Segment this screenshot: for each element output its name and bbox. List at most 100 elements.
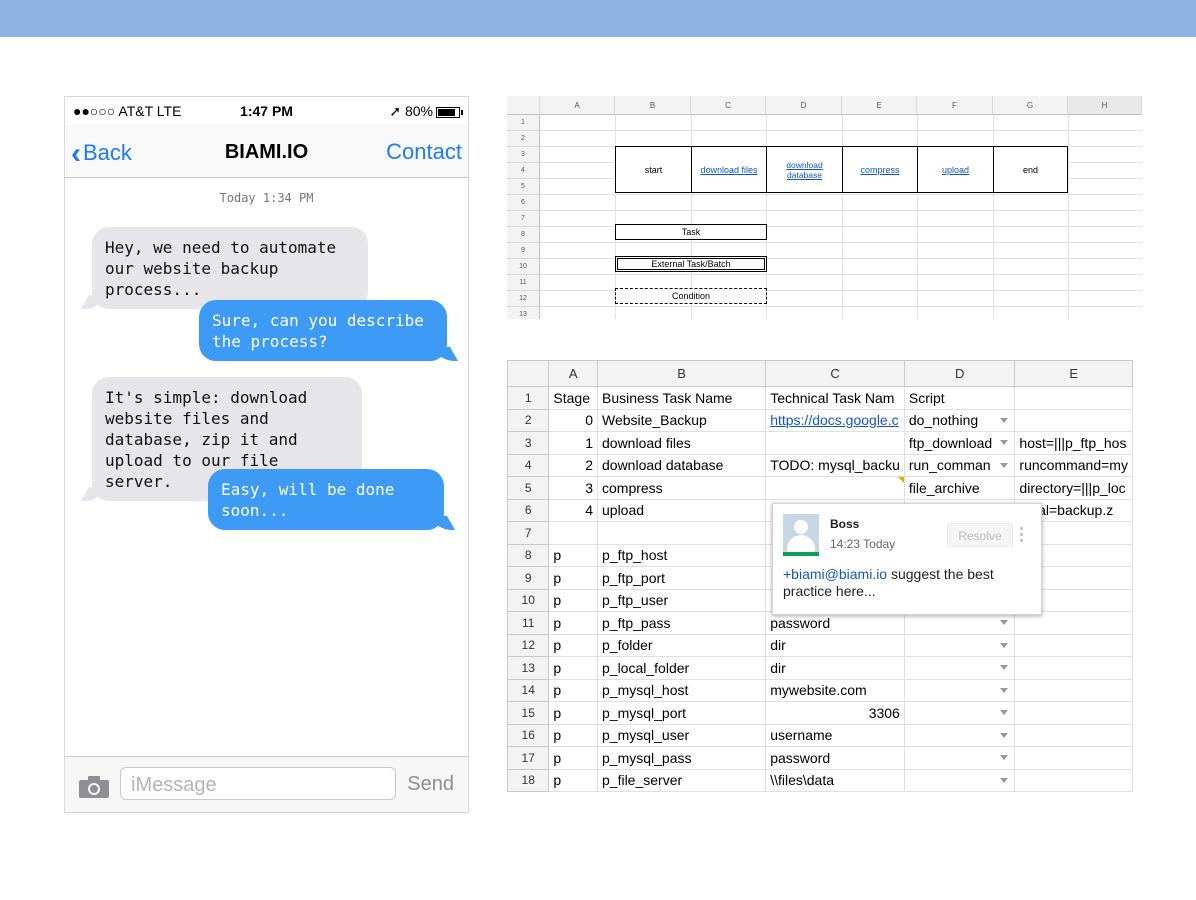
cell-stage[interactable]: p xyxy=(548,768,598,792)
dropdown-arrow-icon[interactable] xyxy=(1000,620,1009,625)
cell-stage[interactable]: 1 xyxy=(548,431,598,455)
row-header[interactable]: 11 xyxy=(507,275,540,291)
cell-business-task[interactable]: p_ftp_pass xyxy=(596,611,767,635)
row-header[interactable]: 12 xyxy=(507,633,550,657)
cell-script[interactable]: Script xyxy=(903,386,1016,410)
cell-script[interactable] xyxy=(903,656,1016,680)
cell-business-task[interactable]: Business Task Name xyxy=(596,386,767,410)
row-header[interactable]: 2 xyxy=(507,408,550,432)
cell-business-task[interactable]: p_mysql_pass xyxy=(596,746,767,770)
legend-task[interactable]: Task xyxy=(615,224,767,240)
row-header[interactable]: 13 xyxy=(507,307,540,319)
column-header[interactable]: H xyxy=(1068,96,1142,115)
dropdown-arrow-icon[interactable] xyxy=(1000,687,1009,693)
cell-technical-task[interactable]: mywebsite.com xyxy=(765,678,905,702)
cell-stage[interactable]: p xyxy=(548,588,598,612)
dropdown-arrow-icon[interactable] xyxy=(1000,642,1009,648)
row-header[interactable]: 7 xyxy=(507,211,540,227)
cell-script[interactable]: ftp_download xyxy=(903,431,1016,455)
cell-script[interactable] xyxy=(903,723,1016,747)
imessage-input[interactable]: iMessage xyxy=(120,767,396,800)
cell-technical-task[interactable]: dir xyxy=(765,656,905,680)
cell-technical-task[interactable]: 3306 xyxy=(765,701,905,725)
flow-step-end[interactable]: end xyxy=(993,146,1068,193)
cell-business-task[interactable]: download files xyxy=(596,431,767,455)
dropdown-arrow-icon[interactable] xyxy=(1000,462,1009,468)
cell-technical-task[interactable] xyxy=(765,476,905,500)
dropdown-arrow-icon[interactable] xyxy=(1000,440,1009,445)
cell-business-task[interactable]: p_folder xyxy=(596,633,767,657)
camera-icon[interactable] xyxy=(79,776,109,798)
cell-script[interactable]: do_nothing xyxy=(903,408,1016,432)
cell-technical-task[interactable]: dir xyxy=(765,633,905,657)
column-header[interactable]: E xyxy=(842,96,917,115)
cell-stage[interactable]: p xyxy=(548,656,598,680)
cell-script[interactable] xyxy=(903,678,1016,702)
cell-technical-task[interactable]: Technical Task Nam xyxy=(765,386,905,410)
cell-parameters[interactable]: runcommand=my xyxy=(1014,453,1133,477)
dropdown-arrow-icon[interactable] xyxy=(1000,665,1009,670)
row-header[interactable]: 4 xyxy=(507,453,550,477)
cell-script[interactable] xyxy=(903,633,1016,657)
cell-parameters[interactable]: directory=|||p_loc xyxy=(1014,476,1133,500)
cell-stage[interactable]: p xyxy=(548,543,598,567)
column-header[interactable]: C xyxy=(691,96,766,115)
cell-stage[interactable]: p xyxy=(548,566,598,590)
dropdown-arrow-icon[interactable] xyxy=(1000,755,1009,760)
cell-script[interactable]: file_archive xyxy=(903,476,1016,500)
cell-parameters[interactable] xyxy=(1014,408,1133,432)
row-header[interactable]: 10 xyxy=(507,588,550,612)
contact-button[interactable]: Contact xyxy=(386,139,462,165)
cell-script[interactable] xyxy=(903,746,1016,770)
row-header[interactable]: 8 xyxy=(507,543,550,567)
cell-business-task[interactable]: upload xyxy=(596,498,767,522)
legend-external-task[interactable]: External Task/Batch xyxy=(615,256,767,272)
column-header[interactable]: C xyxy=(765,360,905,387)
row-header[interactable]: 14 xyxy=(507,678,550,702)
row-header[interactable]: 11 xyxy=(507,611,550,635)
resolve-button[interactable]: Resolve xyxy=(947,523,1013,547)
cell-business-task[interactable]: p_mysql_user xyxy=(596,723,767,747)
corner-cell[interactable] xyxy=(507,360,550,387)
cell-technical-task[interactable] xyxy=(765,431,905,455)
column-header[interactable]: A xyxy=(540,96,615,115)
row-header[interactable]: 10 xyxy=(507,259,540,275)
cell-script[interactable] xyxy=(903,768,1016,792)
row-header[interactable]: 18 xyxy=(507,768,550,792)
row-header[interactable]: 15 xyxy=(507,701,550,725)
row-header[interactable]: 3 xyxy=(507,431,550,455)
cell-stage[interactable]: 0 xyxy=(548,408,598,432)
column-header[interactable]: E xyxy=(1014,360,1133,387)
cell-parameters[interactable]: host=|||p_ftp_hos xyxy=(1014,431,1133,455)
comment-indicator-icon[interactable] xyxy=(897,477,904,483)
column-header[interactable]: D xyxy=(766,96,842,115)
row-header[interactable]: 1 xyxy=(507,115,540,131)
flow-step-compress[interactable]: compress xyxy=(842,146,918,193)
cell-parameters[interactable] xyxy=(1014,723,1133,747)
cell-business-task[interactable]: p_ftp_user xyxy=(596,588,767,612)
cell-business-task[interactable]: download database xyxy=(596,453,767,477)
column-header[interactable]: F xyxy=(917,96,993,115)
cell-stage[interactable]: 4 xyxy=(548,498,598,522)
row-header[interactable]: 5 xyxy=(507,179,540,195)
flow-step-start[interactable]: start xyxy=(615,146,692,193)
row-header[interactable]: 3 xyxy=(507,147,540,163)
cell-business-task[interactable] xyxy=(596,521,767,545)
row-header[interactable]: 4 xyxy=(507,163,540,179)
cell-stage[interactable]: p xyxy=(548,723,598,747)
column-header[interactable]: A xyxy=(548,360,598,387)
cell-parameters[interactable] xyxy=(1014,678,1133,702)
cell-technical-task[interactable]: \\files\data xyxy=(765,768,905,792)
column-header[interactable]: B xyxy=(596,360,767,387)
message-bubble-incoming[interactable]: Hey, we need to automate our website bac… xyxy=(92,227,368,309)
cell-parameters[interactable] xyxy=(1014,701,1133,725)
row-header[interactable]: 6 xyxy=(507,195,540,211)
cell-script[interactable] xyxy=(903,701,1016,725)
legend-condition[interactable]: Condition xyxy=(615,288,767,304)
cell-business-task[interactable]: p_mysql_port xyxy=(596,701,767,725)
flow-step-download-database[interactable]: download database xyxy=(766,146,843,193)
more-options-icon[interactable] xyxy=(1018,525,1024,543)
row-header[interactable]: 2 xyxy=(507,131,540,147)
message-bubble-outgoing[interactable]: Easy, will be done soon... xyxy=(208,469,444,530)
cell-business-task[interactable]: compress xyxy=(596,476,767,500)
